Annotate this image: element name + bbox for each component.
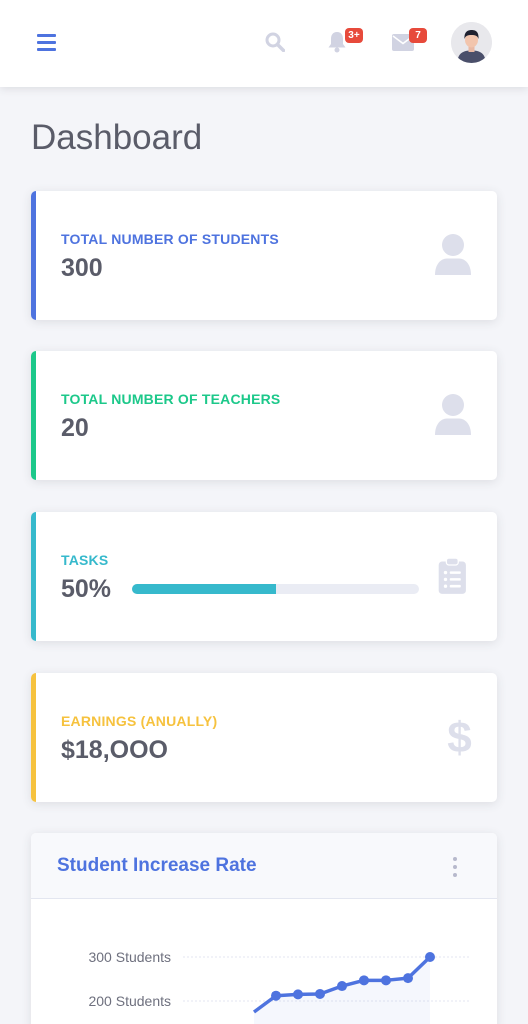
chart-data-point xyxy=(271,990,281,1001)
teachers-card: TOTAL NUMBER OF TEACHERS 20 xyxy=(31,351,497,480)
search-icon xyxy=(265,32,285,52)
search-button[interactable] xyxy=(259,26,291,58)
bars-icon xyxy=(36,33,56,51)
bell-icon xyxy=(328,32,346,53)
teachers-label: TOTAL NUMBER OF TEACHERS xyxy=(61,391,281,407)
menu-toggle-button[interactable] xyxy=(30,26,62,58)
chart-data-point xyxy=(403,973,413,984)
teachers-value: 20 xyxy=(61,414,89,442)
user-icon xyxy=(435,234,471,275)
card-accent-bar xyxy=(31,673,36,802)
chart-data-point xyxy=(337,981,347,992)
svg-text:$: $ xyxy=(447,715,471,759)
messages-count-badge: 7 xyxy=(409,28,427,43)
alerts-button[interactable]: 3+ xyxy=(321,26,363,58)
avatar-icon xyxy=(451,22,492,63)
card-accent-bar xyxy=(31,512,36,641)
tasks-card: TASKS 50% xyxy=(31,512,497,641)
chart-data-point xyxy=(425,952,435,962)
chart-data-point xyxy=(315,988,325,999)
user-avatar[interactable] xyxy=(451,22,492,63)
topbar: 3+ 7 xyxy=(0,0,528,87)
earnings-card: EARNINGS (ANUALLY) $18,OOO $ xyxy=(31,673,497,802)
chart-data-point xyxy=(381,975,391,986)
chart-y-tick-label: 300 Students xyxy=(88,949,171,965)
students-card: TOTAL NUMBER OF STUDENTS 300 xyxy=(31,191,497,320)
chart-data-point xyxy=(293,989,303,1000)
tasks-progress-fill xyxy=(132,584,276,594)
student-increase-chart: 300 Students 200 Students xyxy=(88,949,471,1024)
chart-y-tick-label: 200 Students xyxy=(88,993,171,1009)
tasks-progress-bar xyxy=(132,584,419,594)
chart-title: Student Increase Rate xyxy=(57,855,257,876)
dollar-icon: $ xyxy=(447,715,471,759)
clipboard-list-icon xyxy=(438,557,466,594)
student-increase-chart-card: Student Increase Rate 300 Students 200 St… xyxy=(31,833,497,1024)
card-accent-bar xyxy=(31,191,36,320)
user-icon xyxy=(435,394,471,435)
page-title: Dashboard xyxy=(31,118,203,157)
chart-data-point xyxy=(359,975,369,986)
earnings-value: $18,OOO xyxy=(61,736,168,764)
students-label: TOTAL NUMBER OF STUDENTS xyxy=(61,231,279,247)
alerts-count-badge: 3+ xyxy=(345,28,363,43)
chart-card-header: Student Increase Rate xyxy=(31,833,497,899)
ellipsis-vertical-icon[interactable] xyxy=(449,857,461,877)
card-accent-bar xyxy=(31,351,36,480)
messages-button[interactable]: 7 xyxy=(387,26,427,58)
earnings-label: EARNINGS (ANUALLY) xyxy=(61,713,218,729)
tasks-label: TASKS xyxy=(61,552,109,568)
students-value: 300 xyxy=(61,254,103,282)
tasks-value: 50% xyxy=(61,575,112,603)
